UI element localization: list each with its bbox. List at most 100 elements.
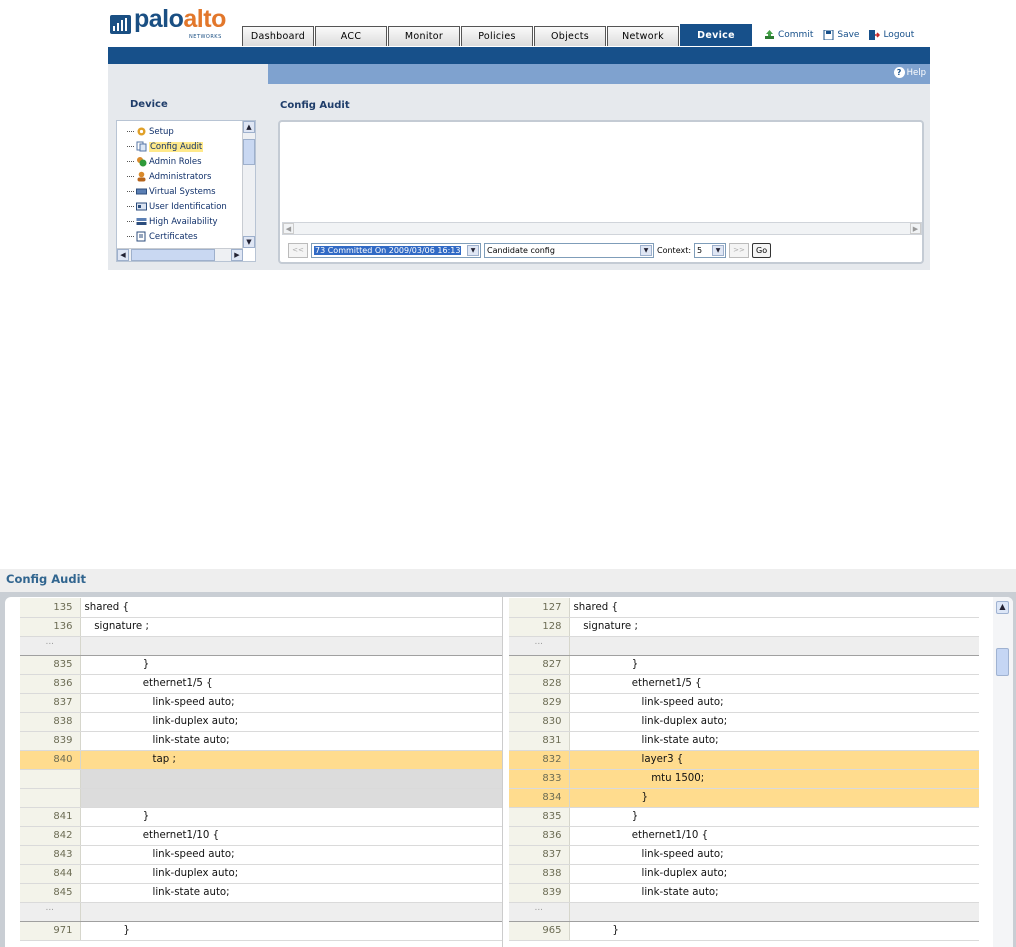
main-tabs: Dashboard ACC Monitor Policies Objects N… — [242, 24, 753, 47]
tab-monitor[interactable]: Monitor — [388, 26, 460, 46]
main-content: Config Audit ◀ ▶ << 73 Committed On 2009… — [268, 84, 930, 270]
sidebar-title: Device — [130, 99, 168, 110]
scroll-up-icon[interactable]: ▲ — [996, 601, 1009, 614]
tree-horizontal-scrollbar[interactable]: ◀ ▶ — [117, 248, 243, 261]
scroll-thumb[interactable] — [243, 139, 255, 165]
next-button[interactable]: >> — [729, 242, 750, 258]
sidebar-item-virtual-systems[interactable]: Virtual Systems — [127, 184, 216, 199]
line-number: 837 — [509, 845, 570, 865]
diff-row: 127 shared { — [509, 598, 979, 618]
tree-vertical-scrollbar[interactable]: ▲ ▼ — [242, 121, 255, 248]
line-number: 837 — [20, 693, 81, 713]
code-line: } — [80, 807, 502, 827]
tab-acc[interactable]: ACC — [315, 26, 387, 46]
chevron-down-icon: ▼ — [467, 244, 479, 256]
context-select[interactable]: 5 ▼ — [694, 242, 727, 258]
diff-row: 971 } — [20, 921, 502, 941]
line-number: 971 — [20, 921, 81, 941]
device-tree: Setup Config Audit Admin Roles Administr… — [116, 120, 256, 262]
config-audit-diff-zoom: Config Audit 135 shared {136 signature ;.… — [0, 569, 1016, 947]
code-line — [80, 635, 502, 656]
tab-dashboard[interactable]: Dashboard — [242, 26, 314, 46]
line-number: ... — [20, 901, 81, 922]
compare-select[interactable]: Candidate config ▼ — [484, 242, 654, 258]
code-line: link-speed auto; — [80, 845, 502, 865]
scroll-down-icon[interactable]: ▼ — [243, 236, 255, 248]
version-select[interactable]: 73 Committed On 2009/03/06 16:13 ▼ — [311, 242, 481, 258]
save-button[interactable]: Save — [823, 30, 859, 40]
line-number: 835 — [509, 807, 570, 827]
diff-row: 837 link-speed auto; — [20, 693, 502, 713]
code-line: link-state auto; — [569, 731, 979, 751]
line-number — [20, 769, 81, 789]
line-number: 836 — [20, 674, 81, 694]
sidebar: Device Setup Config Audit Admin Roles Ad… — [108, 64, 268, 270]
line-number: 840 — [20, 750, 81, 770]
sidebar-item-setup[interactable]: Setup — [127, 124, 174, 139]
code-line: shared { — [80, 598, 502, 618]
line-number: ... — [509, 635, 570, 656]
sidebar-item-user-identification[interactable]: User Identification — [127, 199, 227, 214]
diff-header: Config Audit — [0, 569, 1016, 592]
help-icon: ? — [893, 67, 905, 78]
line-number: 136 — [20, 617, 81, 637]
scroll-thumb[interactable] — [996, 648, 1009, 676]
scroll-right-icon[interactable]: ▶ — [231, 249, 243, 261]
diff-row: 827 } — [509, 655, 979, 675]
line-number: 135 — [20, 598, 81, 618]
code-line: link-duplex auto; — [80, 864, 502, 884]
diff-blank-row — [20, 788, 502, 808]
header-bar — [108, 47, 930, 64]
commit-button[interactable]: Commit — [764, 30, 813, 40]
code-line: link-duplex auto; — [569, 864, 979, 884]
scroll-left-icon[interactable]: ◀ — [283, 223, 294, 234]
code-line: link-state auto; — [80, 883, 502, 903]
diff-changed-row: 834 } — [509, 788, 979, 808]
diff-title: Config Audit — [6, 572, 87, 586]
line-number: 839 — [20, 731, 81, 751]
page-title: Config Audit — [280, 100, 350, 111]
diff-blank-row — [20, 769, 502, 789]
diff-row: 838 link-duplex auto; — [20, 712, 502, 732]
line-number: ... — [20, 635, 81, 656]
diff-row: 839 link-state auto; — [20, 731, 502, 751]
scroll-right-icon[interactable]: ▶ — [910, 223, 921, 234]
diff-vertical-scrollbar[interactable]: ▲ — [993, 597, 1013, 947]
sidebar-item-admin-roles[interactable]: Admin Roles — [127, 154, 202, 169]
code-line: link-state auto; — [569, 883, 979, 903]
line-number: 827 — [509, 655, 570, 675]
sidebar-item-high-availability[interactable]: High Availability — [127, 214, 218, 229]
line-number: 845 — [20, 883, 81, 903]
tab-device[interactable]: Device — [680, 24, 752, 46]
code-line — [80, 788, 502, 808]
diff-row: 128 signature ; — [509, 617, 979, 637]
help-button[interactable]: ? Help — [893, 67, 926, 78]
tab-policies[interactable]: Policies — [461, 26, 533, 46]
scroll-left-icon[interactable]: ◀ — [117, 249, 129, 261]
code-line: } — [569, 788, 979, 808]
tab-objects[interactable]: Objects — [534, 26, 606, 46]
line-number: 832 — [509, 750, 570, 770]
go-button[interactable]: Go — [752, 242, 772, 258]
logout-button[interactable]: Logout — [869, 30, 914, 40]
audit-controls: << 73 Committed On 2009/03/06 16:13 ▼ Ca… — [288, 240, 772, 260]
diff-row: 831 link-state auto; — [509, 731, 979, 751]
scroll-up-icon[interactable]: ▲ — [243, 121, 255, 133]
diff-row: 838 link-duplex auto; — [509, 864, 979, 884]
sidebar-item-administrators[interactable]: Administrators — [127, 169, 211, 184]
high-availability-icon — [136, 218, 147, 225]
code-line: link-duplex auto; — [569, 712, 979, 732]
audit-horizontal-scrollbar[interactable]: ◀ ▶ — [282, 222, 922, 235]
code-line: tap ; — [80, 750, 502, 770]
line-number: 128 — [509, 617, 570, 637]
sidebar-item-config-audit[interactable]: Config Audit — [127, 139, 204, 154]
diff-gap-row: ... — [509, 901, 979, 922]
tab-network[interactable]: Network — [607, 26, 679, 46]
previous-button[interactable]: << — [288, 242, 308, 258]
scroll-thumb[interactable] — [131, 249, 215, 261]
line-number: 839 — [509, 883, 570, 903]
diff-gap-row: ... — [509, 635, 979, 656]
line-number: 843 — [20, 845, 81, 865]
diff-row: 135 shared { — [20, 598, 502, 618]
sidebar-item-certificates[interactable]: Certificates — [127, 229, 198, 244]
